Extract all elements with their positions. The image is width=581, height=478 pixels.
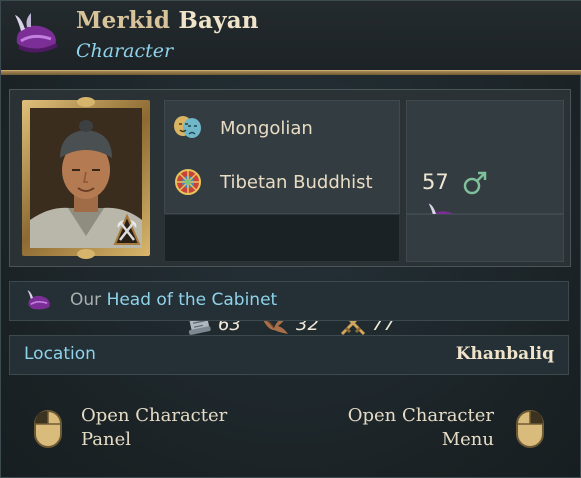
portrait-frame[interactable] — [22, 97, 150, 259]
character-age: 57 — [422, 170, 449, 194]
frame-ornament — [77, 97, 95, 107]
role-prefix: Our — [70, 290, 102, 310]
role-bar[interactable]: Our Head of the Cabinet — [9, 281, 569, 321]
dharma-wheel-icon[interactable] — [174, 168, 202, 196]
tooltip-subtitle: Character — [76, 40, 174, 62]
open-character-menu-action[interactable]: Open Character Menu — [348, 404, 494, 452]
header-divider — [1, 70, 581, 75]
location-value[interactable]: Khanbaliq — [456, 344, 554, 364]
last-name: Bayan — [178, 7, 259, 34]
right-click-mouse-icon — [516, 410, 544, 448]
first-name: Merkid — [76, 7, 171, 34]
empty-slot-cell — [406, 214, 564, 262]
action-right-line2: Menu — [441, 429, 494, 450]
action-right-line1: Open Character — [347, 405, 494, 426]
portrait — [30, 108, 142, 248]
open-character-panel-action[interactable]: Open Character Panel — [81, 404, 227, 452]
theater-masks-icon[interactable] — [172, 114, 202, 140]
crossed-axes-icon — [113, 213, 141, 245]
character-tooltip: Merkid Bayan Character Mongolian Tibetan… — [0, 0, 581, 478]
rank-age-cell — [406, 100, 564, 214]
character-name: Merkid Bayan — [76, 7, 259, 34]
religion-label[interactable]: Tibetan Buddhist — [220, 172, 373, 193]
skills-row — [164, 214, 400, 262]
role-title-link[interactable]: Head of the Cabinet — [107, 290, 278, 310]
action-left-line2: Panel — [81, 429, 132, 450]
left-click-mouse-icon — [34, 410, 62, 448]
purple-hat-icon — [27, 290, 50, 310]
role-text: Our Head of the Cabinet — [70, 290, 277, 310]
tooltip-header: Merkid Bayan Character — [1, 1, 581, 71]
character-info-panel: Mongolian Tibetan Buddhist 63 32 77 57 — [9, 89, 571, 336]
location-label: Location — [24, 344, 96, 364]
location-bar[interactable]: Location Khanbaliq — [9, 335, 569, 375]
male-symbol-icon — [463, 171, 487, 195]
frame-ornament — [77, 249, 95, 259]
purple-hat-icon — [15, 13, 58, 53]
culture-label[interactable]: Mongolian — [220, 118, 313, 139]
action-left-line1: Open Character — [81, 405, 228, 426]
